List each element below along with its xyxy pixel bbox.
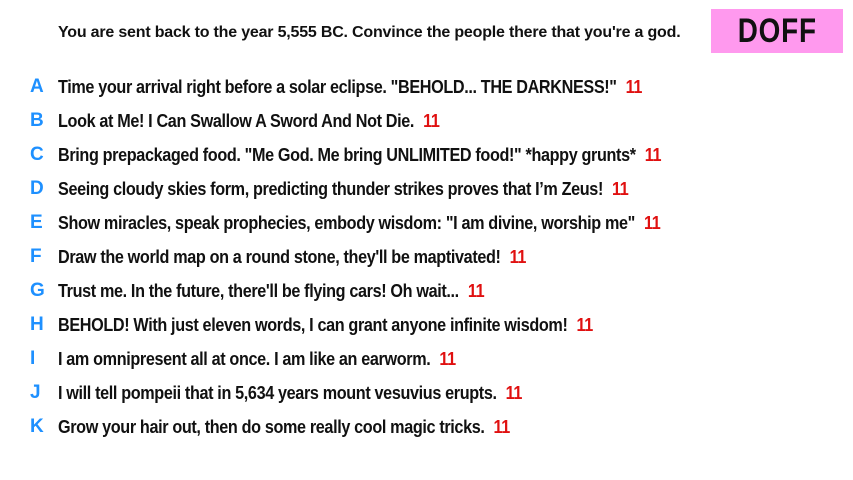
answer-text: I am omnipresent all at once. I am like … [58, 348, 431, 369]
answer-score: 11 [439, 348, 456, 369]
answer-letter: J [30, 382, 41, 403]
answer-body: Show miracles, speak prophecies, embody … [58, 212, 661, 234]
answer-body: I am omnipresent all at once. I am like … [58, 349, 456, 370]
answer-body: I will tell pompeii that in 5,634 years … [58, 383, 522, 404]
answer-score: 11 [467, 280, 485, 301]
answer-text: BEHOLD! With just eleven words, I can gr… [58, 314, 568, 335]
player-badge: DOFF [711, 9, 843, 53]
answer-row-f[interactable]: F Draw the world map on a round stone, t… [0, 240, 853, 274]
answer-score: 11 [625, 76, 643, 97]
answer-score: 11 [644, 144, 662, 165]
answer-letter: I [30, 348, 36, 369]
answer-row-h[interactable]: H BEHOLD! With just eleven words, I can … [0, 308, 853, 342]
answer-text: Bring prepackaged food. "Me God. Me brin… [58, 144, 636, 165]
answer-list: A Time your arrival right before a solar… [0, 70, 853, 444]
answer-row-k[interactable]: K Grow your hair out, then do some reall… [0, 410, 853, 444]
answer-body: BEHOLD! With just eleven words, I can gr… [58, 315, 593, 336]
answer-letter: H [30, 314, 44, 335]
answer-score: 11 [493, 416, 511, 437]
answer-text: Draw the world map on a round stone, the… [58, 246, 501, 267]
answer-body: Draw the world map on a round stone, the… [58, 247, 526, 268]
answer-row-c[interactable]: C Bring prepackaged food. "Me God. Me br… [0, 138, 853, 172]
answer-row-b[interactable]: B Look at Me! I Can Swallow A Sword And … [0, 104, 853, 138]
answer-text: Show miracles, speak prophecies, embody … [58, 212, 635, 233]
answer-score: 11 [505, 382, 523, 403]
answer-letter: C [30, 144, 44, 165]
answer-body: Time your arrival right before a solar e… [58, 77, 642, 98]
answer-letter: B [30, 110, 44, 131]
answer-text: Time your arrival right before a solar e… [58, 76, 617, 97]
answer-body: Trust me. In the future, there'll be fly… [58, 280, 485, 302]
answer-letter: E [30, 212, 43, 233]
answer-row-e[interactable]: E Show miracles, speak prophecies, embod… [0, 206, 853, 240]
answer-body: Grow your hair out, then do some really … [58, 417, 510, 438]
answer-row-g[interactable]: G Trust me. In the future, there'll be f… [0, 274, 853, 308]
answer-letter: G [30, 280, 45, 301]
answer-row-a[interactable]: A Time your arrival right before a solar… [0, 70, 853, 104]
answer-text: Grow your hair out, then do some really … [58, 416, 485, 437]
answer-body: Bring prepackaged food. "Me God. Me brin… [58, 145, 661, 166]
answer-text: Seeing cloudy skies form, predicting thu… [58, 178, 604, 199]
answer-score: 11 [643, 212, 661, 233]
answer-row-d[interactable]: D Seeing cloudy skies form, predicting t… [0, 172, 853, 206]
answer-letter: D [30, 178, 44, 199]
answer-body: Seeing cloudy skies form, predicting thu… [58, 178, 629, 200]
answer-score: 11 [576, 314, 593, 335]
answer-text: Trust me. In the future, there'll be fly… [58, 280, 459, 301]
answer-row-i[interactable]: I I am omnipresent all at once. I am lik… [0, 342, 853, 376]
prompt-text: You are sent back to the year 5,555 BC. … [58, 24, 681, 41]
answer-letter: F [30, 246, 42, 267]
answer-score: 11 [509, 246, 527, 267]
answer-score: 11 [612, 178, 629, 199]
answer-text: I will tell pompeii that in 5,634 years … [58, 382, 497, 403]
answer-letter: K [30, 416, 44, 437]
player-name: DOFF [737, 12, 817, 50]
answer-text: Look at Me! I Can Swallow A Sword And No… [58, 110, 415, 131]
answer-body: Look at Me! I Can Swallow A Sword And No… [58, 110, 440, 132]
answer-row-j[interactable]: J I will tell pompeii that in 5,634 year… [0, 376, 853, 410]
answer-score: 11 [423, 110, 440, 131]
answer-letter: A [30, 76, 44, 97]
